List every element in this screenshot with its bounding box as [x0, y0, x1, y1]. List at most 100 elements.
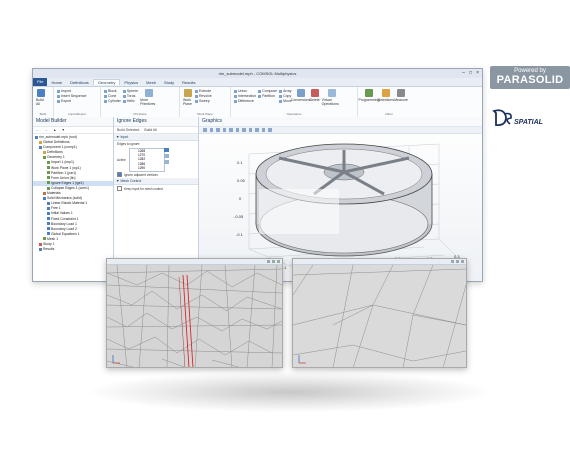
minimize-icon[interactable] [451, 260, 454, 263]
menu-definitions[interactable]: Definitions [66, 80, 93, 85]
print-icon[interactable] [268, 128, 272, 132]
mesh-window-right[interactable] [292, 258, 467, 368]
build-all-settings-button[interactable]: Build All [144, 128, 156, 132]
transparency-icon[interactable] [248, 128, 252, 132]
import-icon [57, 89, 60, 93]
tree-node-label: Collapse Edges 1 (cme1) [51, 185, 90, 190]
tree-node-label: Global Definitions [43, 140, 70, 145]
menu-results[interactable]: Results [178, 80, 199, 85]
difference-button[interactable]: Difference [234, 99, 256, 103]
tree-node-label: Ignore Edges 1 (ige1) [51, 180, 84, 185]
export-button[interactable]: Export [57, 99, 87, 103]
forward-arrow-icon[interactable]: → [45, 128, 49, 132]
settings-tab[interactable]: Ignore Edges [117, 118, 147, 124]
tree-node-icon [39, 145, 42, 149]
tree-node-label: Materials [47, 191, 61, 196]
mesh-view-left[interactable] [107, 264, 282, 368]
minimize-icon[interactable] [267, 260, 270, 263]
extrude-button[interactable]: Extrude [195, 89, 212, 93]
menu-home[interactable]: Home [47, 80, 66, 85]
expand-icon[interactable]: ▼ [61, 128, 64, 132]
close-icon[interactable] [461, 260, 464, 263]
cylinder-button[interactable]: Cylinder [104, 99, 121, 103]
maximize-icon[interactable] [272, 260, 275, 263]
wireframe-icon[interactable] [242, 128, 246, 132]
measure-icon [397, 89, 405, 97]
model-builder-toolbar: ← → ▲ ▼ [33, 127, 113, 134]
menu-physics[interactable]: Physics [120, 80, 142, 85]
tree-node-label: Definitions [47, 150, 63, 155]
tree-node-label: Boundary Load 2 [51, 226, 77, 231]
maximize-icon[interactable]: □ [469, 70, 472, 76]
tree-node-icon [43, 196, 46, 200]
tree-node-icon [47, 206, 50, 210]
tree-node-icon [39, 242, 42, 246]
tree-node[interactable]: Results [33, 247, 113, 252]
compose-button[interactable]: Compose [258, 89, 277, 93]
mesh-window-left[interactable] [106, 258, 283, 368]
sweep-button[interactable]: Sweep [195, 99, 212, 103]
union-icon [234, 89, 237, 93]
sphere-button[interactable]: Sphere [122, 89, 138, 93]
work-plane-icon [184, 89, 192, 97]
close-icon[interactable]: × [476, 70, 479, 76]
menu-geometry[interactable]: Geometry [92, 79, 121, 85]
clear-selection-icon[interactable] [164, 160, 169, 164]
cone-button[interactable]: Cone [104, 94, 121, 98]
helix-button[interactable]: Helix [122, 99, 138, 103]
input-section-header[interactable]: ▼ Input [114, 134, 198, 141]
revolve-button[interactable]: Revolve [195, 94, 212, 98]
ribbon-group-build: Build All Build [33, 87, 54, 117]
zoom-out-icon[interactable] [209, 128, 213, 132]
tree-node-label: Form Union (fin) [51, 175, 76, 180]
tree-node-icon [39, 247, 42, 251]
ignore-vertices-checkbox[interactable]: Ignore adjacent vertices [114, 171, 198, 178]
edge-item[interactable]: 1290 [130, 166, 164, 170]
comsol-window: rim_submodel.mph - COMSOL Multiphysics –… [32, 68, 483, 282]
compose-icon [258, 89, 262, 93]
union-button[interactable]: Union [234, 89, 256, 93]
menu-study[interactable]: Study [160, 80, 178, 85]
menu-file[interactable]: File [33, 78, 48, 86]
powered-by-text: Powered by [514, 68, 546, 74]
image-snapshot-icon[interactable] [261, 128, 265, 132]
build-selected-button[interactable]: Build Selected [117, 128, 139, 132]
edges-listbox[interactable]: 1268 1270 1282 1286 1290 [129, 148, 165, 172]
keep-input-checkbox[interactable]: Keep input for mesh control [114, 185, 198, 192]
checkbox-checked-icon [117, 172, 122, 177]
add-selection-icon[interactable] [164, 148, 169, 152]
intersection-button[interactable]: Intersection [234, 94, 256, 98]
partition-button[interactable]: Partition [258, 94, 277, 98]
close-icon[interactable] [277, 260, 280, 263]
block-button[interactable]: Block [104, 89, 121, 93]
menu-mesh[interactable]: Mesh [142, 80, 160, 85]
light-icon[interactable] [255, 128, 259, 132]
checkbox-unchecked-icon [117, 186, 122, 191]
tree-node-icon [47, 217, 50, 221]
tree-node-label: Solid Mechanics (solid) [47, 196, 82, 201]
copy-button[interactable]: Copy [279, 94, 292, 98]
remove-selection-icon[interactable] [164, 154, 169, 158]
array-button[interactable]: Array [279, 89, 292, 93]
mesh-view-right[interactable] [293, 264, 466, 368]
import-button[interactable]: Import [57, 89, 87, 93]
tree-node-label: Work Plane 1 (wp1) [51, 165, 81, 170]
minimize-icon[interactable]: – [462, 70, 465, 76]
zoom-extents-icon[interactable] [216, 128, 220, 132]
z-tick-label: -0.1 [236, 232, 244, 237]
rotate-icon[interactable] [222, 128, 226, 132]
mesh-control-section-header[interactable]: ▼ Mesh Control [114, 178, 198, 185]
torus-button[interactable]: Torus [122, 94, 138, 98]
zoom-in-icon[interactable] [203, 128, 207, 132]
menu-bar: File Home Definitions Geometry Physics M… [33, 78, 482, 87]
graphics-panel[interactable]: Graphics 0.1 0.05 0 -0.05 -0.1 0.1 0.3 [199, 117, 482, 281]
maximize-icon[interactable] [456, 260, 459, 263]
tree-node-label: Geometry 1 [47, 155, 65, 160]
insert-sequence-button[interactable]: Insert Sequence [57, 94, 87, 98]
pan-icon[interactable] [229, 128, 233, 132]
move-button[interactable]: Move [279, 99, 292, 103]
back-arrow-icon[interactable]: ← [36, 128, 40, 132]
collapse-icon[interactable]: ▲ [53, 128, 56, 132]
select-icon[interactable] [235, 128, 239, 132]
parasolid-text: PARASOLID [496, 74, 564, 86]
